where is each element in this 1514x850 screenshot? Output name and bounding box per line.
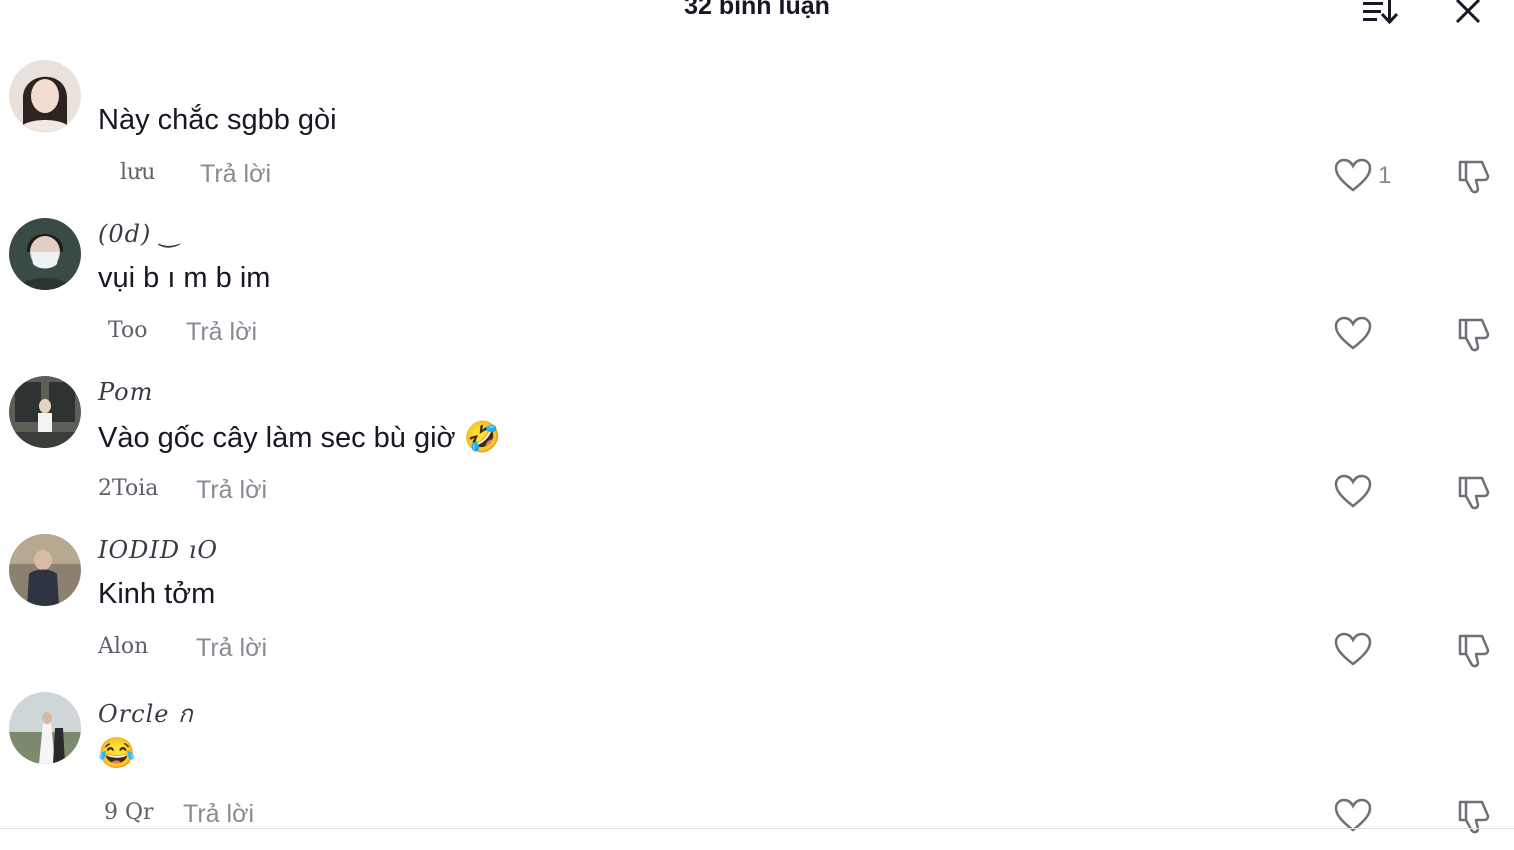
comment-text-content: Vào gốc cây làm sec bù giờ bbox=[98, 422, 456, 454]
comment-item: (0d) ‿ vụi b ı m b im Too Trả lời bbox=[0, 218, 1514, 376]
thumbs-down-icon[interactable] bbox=[1454, 474, 1492, 512]
comment-item: Orcle ก 😂 9 Qr Trả lời bbox=[0, 692, 1514, 850]
username[interactable]: IODID ıO bbox=[98, 536, 218, 564]
comment-item: Pom Vào gốc cây làm sec bù giờ 🤣 2Toia T… bbox=[0, 376, 1514, 534]
heart-icon[interactable] bbox=[1334, 158, 1372, 194]
comments-header: 32 bình luận bbox=[0, 0, 1514, 30]
reply-button[interactable]: Trả lời bbox=[186, 318, 257, 347]
close-icon[interactable] bbox=[1452, 0, 1486, 26]
comment-text: vụi b ı m b im bbox=[98, 262, 271, 294]
heart-icon[interactable] bbox=[1334, 316, 1372, 352]
heart-icon[interactable] bbox=[1334, 632, 1372, 668]
reply-button[interactable]: Trả lời bbox=[200, 160, 271, 189]
avatar[interactable] bbox=[9, 376, 81, 448]
reply-button[interactable]: Trả lời bbox=[196, 634, 267, 663]
comment-time: 2Toia bbox=[98, 476, 159, 501]
thumbs-down-icon[interactable] bbox=[1454, 316, 1492, 354]
avatar[interactable] bbox=[9, 60, 81, 132]
avatar[interactable] bbox=[9, 534, 81, 606]
comment-count-title: 32 bình luận bbox=[684, 0, 830, 20]
username[interactable]: Pom bbox=[98, 378, 153, 406]
comment-item: IODID ıO Kinh tởm Alon Trả lời bbox=[0, 534, 1514, 692]
comment-time: Too bbox=[108, 318, 148, 343]
reply-button[interactable]: Trả lời bbox=[196, 476, 267, 505]
sort-icon[interactable] bbox=[1360, 0, 1402, 26]
laughing-emoji: 🤣 bbox=[463, 421, 501, 454]
comment-item: Này chắc sgbb gòi lưu Trả lời 1 bbox=[0, 60, 1514, 218]
thumbs-down-icon[interactable] bbox=[1454, 632, 1492, 670]
comment-time: 9 Qr bbox=[104, 800, 154, 825]
avatar[interactable] bbox=[9, 692, 81, 764]
comment-time: Alon bbox=[98, 634, 149, 659]
comment-text: 😂 bbox=[98, 736, 135, 771]
comment-text: Vào gốc cây làm sec bù giờ 🤣 bbox=[98, 420, 501, 455]
divider bbox=[0, 828, 1514, 829]
reply-button[interactable]: Trả lời bbox=[183, 800, 254, 829]
like-count: 1 bbox=[1378, 162, 1392, 189]
username[interactable]: (0d) ‿ bbox=[98, 220, 180, 248]
heart-icon[interactable] bbox=[1334, 474, 1372, 510]
thumbs-down-icon[interactable] bbox=[1454, 798, 1492, 836]
comment-text: Kinh tởm bbox=[98, 578, 216, 610]
comment-text: Này chắc sgbb gòi bbox=[98, 104, 337, 136]
username[interactable]: Orcle ก bbox=[98, 694, 194, 733]
crying-laughing-emoji: 😂 bbox=[98, 737, 136, 770]
avatar[interactable] bbox=[9, 218, 81, 290]
comment-time: lưu bbox=[120, 160, 156, 185]
thumbs-down-icon[interactable] bbox=[1454, 158, 1492, 196]
